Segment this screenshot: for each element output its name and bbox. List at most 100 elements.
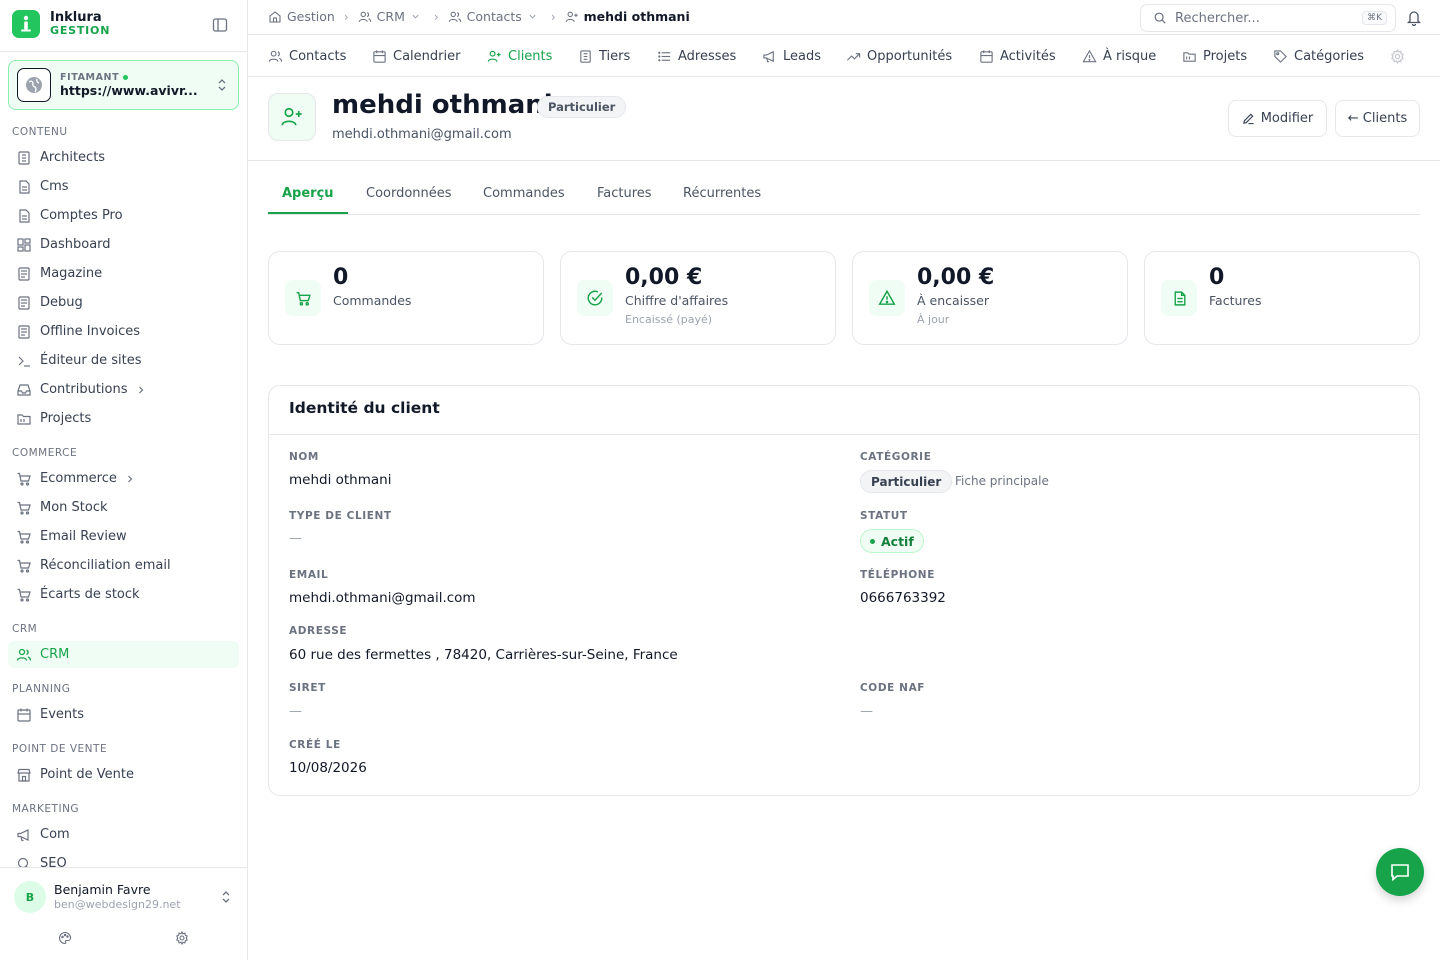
sidebar-item-label: Ecommerce [40,471,117,486]
tab-adresses[interactable]: Adresses [657,35,736,76]
sidebar-item-projects[interactable]: Projects [8,405,239,432]
sidebar-item-comptes-pro[interactable]: Comptes Pro [8,202,239,229]
avatar: B [14,881,46,913]
sidebar-item-offline-invoices[interactable]: Offline Invoices [8,318,239,345]
building-icon [580,49,591,63]
megaphone-icon [763,50,774,62]
search-shortcut: ⌘K [1362,11,1387,25]
sidebar-item-cms[interactable]: Cms [8,173,239,200]
tab-apercu[interactable]: Aperçu [282,186,334,201]
tab-recurrentes[interactable]: Récurrentes [683,186,761,201]
sidebar-item-com[interactable]: Com [8,821,239,848]
site-url: https://www.avivr... [60,83,198,99]
tab-label: Projets [1203,48,1248,64]
sidebar-item-ecommerce[interactable]: Ecommerce [8,465,239,492]
sidebar-item-magazine[interactable]: Magazine [8,260,239,287]
tab-label: Contacts [289,48,347,64]
field-label-cree-le: CRÉÉ LE [289,739,341,751]
sidebar-item-crm[interactable]: CRM [8,641,239,668]
sidebar-item-label: Magazine [40,266,103,281]
sidebar-item-label: Email Review [40,529,127,544]
stat-value: 0,00 € [917,265,995,290]
breadcrumb-gestion[interactable]: Gestion [268,9,335,24]
sidebar-item-ecarts-de-stock[interactable]: Écarts de stock [8,581,239,608]
content-tabs: Aperçu Coordonnées Commandes Factures Ré… [268,176,1420,215]
field-value-nom: mehdi othmani [289,472,392,488]
tab-commandes[interactable]: Commandes [483,186,565,201]
tab-tiers[interactable]: Tiers [578,35,630,76]
sidebar-item-contributions[interactable]: Contributions [8,376,239,403]
field-label-nom: NOM [289,451,319,463]
breadcrumb-crm[interactable]: CRM [358,9,425,24]
field-value-siret: — [289,704,302,719]
stat-card-chiffre-affaires: 0,00 € Chiffre d'affaires Encaissé (payé… [560,251,836,345]
bell-icon[interactable] [1406,9,1422,26]
sidebar-item-point-de-vente[interactable]: Point de Vente [8,761,239,788]
tab-clients[interactable]: Clients [487,35,552,76]
sidebar-toggle-icon[interactable] [212,17,230,35]
stat-label: Chiffre d'affaires [625,293,729,308]
breadcrumb-contacts[interactable]: Contacts [448,9,542,24]
calendar-icon [980,49,993,63]
sidebar-item-dashboard[interactable]: Dashboard [8,231,239,258]
sidebar-item-label: Architects [40,150,106,165]
chevron-down-icon [529,14,536,19]
tab-calendrier[interactable]: Calendrier [372,35,460,76]
sidebar-item-events[interactable]: Events [8,701,239,728]
tab-opportunites[interactable]: Opportunités [846,35,953,76]
tab-coordonnees[interactable]: Coordonnées [366,186,452,201]
section-title-point-de-vente: POINT DE VENTE [12,743,108,755]
tab-activites[interactable]: Activités [979,35,1056,76]
stat-card-a-encaisser: 0,00 € À encaisser À jour [852,251,1128,345]
brand[interactable]: Inklura GESTION [12,10,110,38]
sidebar-item-email-review[interactable]: Email Review [8,523,239,550]
edit-button[interactable]: Modifier [1228,100,1327,137]
field-label-statut: STATUT [860,510,908,522]
status-text: Actif [881,533,914,549]
user-menu[interactable]: B Benjamin Favre ben@webdesign29.net [14,881,236,913]
sidebar-item-debug[interactable]: Debug [8,289,239,316]
newspaper-icon [18,324,30,339]
breadcrumb-label: CRM [376,9,405,24]
page-header: mehdi othmani Particulier mehdi.othmani@… [248,77,1440,161]
tab-a-risque[interactable]: À risque [1082,35,1156,76]
tab-projets[interactable]: Projets [1182,35,1248,76]
user-plus-icon [565,11,578,22]
chevrons-updown-icon [220,890,232,904]
chat-button[interactable] [1376,848,1424,896]
category-badge: Particulier [860,470,953,493]
stat-label: Factures [1209,293,1262,308]
field-value-telephone: 0666763392 [860,590,946,606]
sidebar-item-architects[interactable]: Architects [8,144,239,171]
document-icon [1161,280,1197,316]
list-icon [658,51,671,61]
calendar-icon [17,708,31,722]
back-to-clients-button[interactable]: ← Clients [1335,100,1420,137]
gear-icon[interactable] [175,931,189,945]
sidebar-item-label: Offline Invoices [40,324,141,339]
sidebar-item-mon-stock[interactable]: Mon Stock [8,494,239,521]
tab-categories[interactable]: Catégories [1273,35,1364,76]
tab-settings-partial[interactable] [1390,35,1411,76]
topbar: Gestion › CRM › Contacts › mehdi othmani… [248,0,1440,34]
section-title-marketing: MARKETING [12,803,80,815]
search-input[interactable]: Rechercher... ⌘K [1140,4,1396,32]
sidebar-item-reconciliation-email[interactable]: Réconciliation email [8,552,239,579]
alert-icon [1082,49,1097,62]
users-icon [448,11,461,22]
grid-icon [17,237,31,252]
breadcrumb-current: mehdi othmani [565,9,690,24]
sidebar-item-label: Mon Stock [40,500,108,515]
tab-factures[interactable]: Factures [597,186,652,201]
sidebar-item-editeur-de-sites[interactable]: Éditeur de sites [8,347,239,374]
sidebar-item-seo[interactable]: SEO [8,850,239,867]
cart-icon [17,588,31,602]
site-selector[interactable]: FITAMANT https://www.avivr... [8,60,239,110]
chat-icon [1391,864,1409,882]
active-tab-indicator [268,212,348,214]
tab-contacts[interactable]: Contacts [268,35,347,76]
tab-leads[interactable]: Leads [762,35,821,76]
user-plus-icon [268,93,316,141]
palette-icon[interactable] [58,931,72,945]
tab-label: Opportunités [867,48,953,64]
